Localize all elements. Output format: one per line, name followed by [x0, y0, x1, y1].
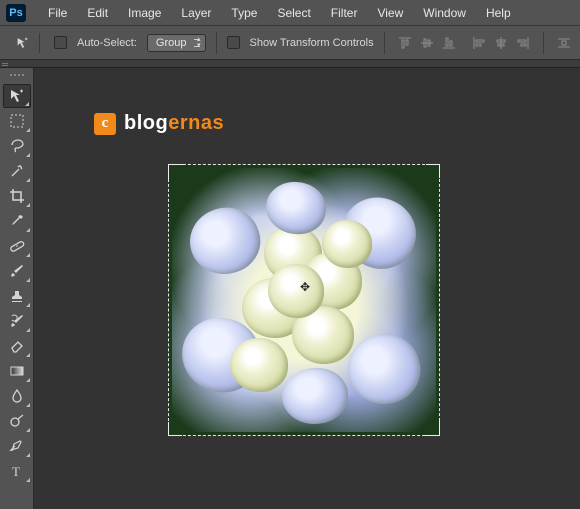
toolbox-grip[interactable]: [5, 74, 29, 80]
align-left-button[interactable]: [469, 33, 489, 53]
stamp-tool[interactable]: [3, 284, 31, 308]
dodge-tool[interactable]: [3, 409, 31, 433]
crop-icon: [9, 188, 25, 204]
menu-view[interactable]: View: [369, 2, 411, 24]
current-tool-indicator[interactable]: [16, 33, 40, 53]
gradient-tool[interactable]: [3, 359, 31, 383]
lasso-tool[interactable]: [3, 134, 31, 158]
pen-icon: [9, 438, 25, 454]
quick-select-tool[interactable]: [3, 159, 31, 183]
auto-select-label: Auto-Select:: [77, 37, 137, 49]
dropdown-value: Group: [156, 37, 187, 49]
selection-marquee[interactable]: ✥: [168, 164, 440, 436]
separator: [384, 32, 385, 54]
align-group-2: [469, 33, 533, 53]
move-tool-icon: [16, 35, 29, 51]
toolbox: T: [0, 68, 34, 509]
brush-icon: [9, 263, 25, 279]
tab-grip-icon[interactable]: [0, 60, 10, 68]
eraser-tool[interactable]: [3, 334, 31, 358]
blur-tool[interactable]: [3, 384, 31, 408]
align-right-button[interactable]: [513, 33, 533, 53]
move-tool-icon: [9, 88, 25, 104]
menu-filter[interactable]: Filter: [323, 2, 366, 24]
align-hcenter-button[interactable]: [491, 33, 511, 53]
document-tab-strip: [0, 60, 580, 68]
menu-select[interactable]: Select: [269, 2, 318, 24]
show-transform-label: Show Transform Controls: [250, 37, 374, 49]
menu-type[interactable]: Type: [223, 2, 265, 24]
droplet-icon: [9, 388, 25, 404]
separator: [216, 32, 217, 54]
marquee-icon: [9, 113, 25, 129]
menu-window[interactable]: Window: [415, 2, 474, 24]
watermark: c blogernas: [94, 112, 224, 135]
eyedropper-icon: [9, 213, 25, 229]
gradient-icon: [9, 363, 25, 379]
crop-tool[interactable]: [3, 184, 31, 208]
separator: [543, 32, 544, 54]
auto-select-checkbox[interactable]: [54, 36, 67, 49]
menu-file[interactable]: File: [40, 2, 75, 24]
brush-tool[interactable]: [3, 259, 31, 283]
eyedropper-tool[interactable]: [3, 209, 31, 233]
bandaid-icon: [9, 238, 25, 254]
stamp-icon: [9, 288, 25, 304]
canvas-area[interactable]: c blogernas ✥: [34, 68, 580, 509]
align-vcenter-button[interactable]: [417, 33, 437, 53]
auto-select-mode-dropdown[interactable]: Group ▴▾: [147, 34, 206, 52]
align-top-button[interactable]: [395, 33, 415, 53]
history-brush-tool[interactable]: [3, 309, 31, 333]
menu-layer[interactable]: Layer: [173, 2, 219, 24]
type-icon: T: [9, 463, 25, 479]
lasso-icon: [9, 138, 25, 154]
distribute-button[interactable]: [554, 33, 574, 53]
marquee-tool[interactable]: [3, 109, 31, 133]
eraser-icon: [9, 338, 25, 354]
menu-edit[interactable]: Edit: [79, 2, 116, 24]
canvas-image: ✥: [172, 168, 436, 432]
menu-help[interactable]: Help: [478, 2, 519, 24]
dodge-icon: [9, 413, 25, 429]
options-bar: Auto-Select: Group ▴▾ Show Transform Con…: [0, 26, 580, 60]
healing-tool[interactable]: [3, 234, 31, 258]
show-transform-checkbox[interactable]: [227, 36, 240, 49]
watermark-badge: c: [94, 113, 116, 135]
app-logo[interactable]: Ps: [6, 4, 26, 22]
menu-bar: Ps File Edit Image Layer Type Select Fil…: [0, 0, 580, 26]
menu-image[interactable]: Image: [120, 2, 169, 24]
type-tool[interactable]: T: [3, 459, 31, 483]
watermark-text: blogernas: [124, 112, 224, 135]
history-brush-icon: [9, 313, 25, 329]
move-tool[interactable]: [3, 84, 31, 108]
svg-text:T: T: [12, 464, 20, 479]
move-cursor-icon: ✥: [300, 280, 310, 294]
workspace: T c blogernas ✥: [0, 68, 580, 509]
wand-icon: [9, 163, 25, 179]
align-bottom-button[interactable]: [439, 33, 459, 53]
align-group-1: [395, 33, 459, 53]
pen-tool[interactable]: [3, 434, 31, 458]
